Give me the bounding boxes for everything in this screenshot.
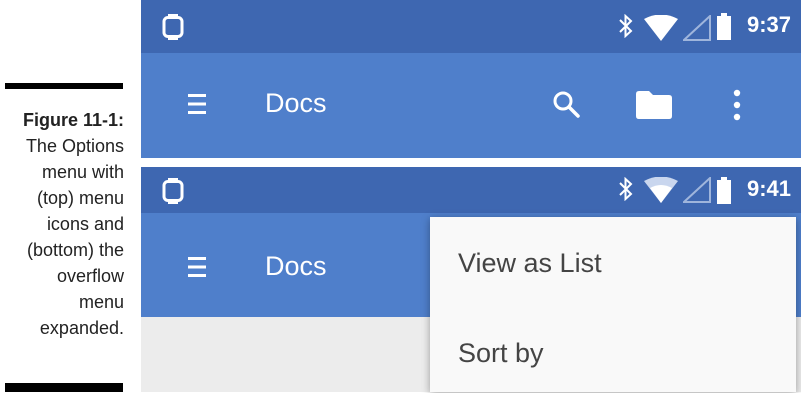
signal-icon	[683, 177, 711, 203]
bottom-screenshot: 9:41 Docs View as List Sort by	[141, 167, 801, 392]
wifi-icon	[644, 15, 678, 41]
status-clock: 9:41	[746, 176, 791, 201]
top-screenshot: 9:37 Docs	[141, 0, 801, 158]
overflow-menu: View as List Sort by	[430, 217, 796, 392]
watch-icon	[162, 14, 184, 40]
hamburger-menu-icon[interactable]	[188, 93, 206, 115]
caption-line: The Options	[25, 136, 124, 156]
bluetooth-icon	[619, 177, 633, 201]
figure-caption: Figure 11-1: The Options menu with (top)…	[0, 107, 124, 341]
signal-icon	[683, 15, 711, 41]
menu-item-view-as-list[interactable]: View as List	[430, 223, 796, 303]
caption-line: menu	[78, 292, 124, 312]
status-bar: 9:41	[141, 167, 801, 213]
folder-icon[interactable]	[636, 91, 672, 119]
caption-line: menu with	[41, 162, 124, 182]
app-bar: Docs	[141, 53, 801, 158]
app-title: Docs	[265, 88, 327, 118]
battery-icon	[717, 177, 731, 204]
caption-line: (top) menu	[36, 188, 124, 208]
app-title: Docs	[265, 251, 327, 281]
caption-line: expanded.	[39, 318, 124, 338]
status-bar: 9:37	[141, 0, 801, 53]
caption-line: (bottom) the	[26, 240, 124, 260]
wifi-icon	[644, 177, 678, 203]
search-icon[interactable]	[552, 90, 580, 118]
menu-item-sort-by[interactable]: Sort by	[430, 313, 796, 393]
figure-label: Figure 11-1:	[22, 110, 124, 130]
hamburger-menu-icon[interactable]	[188, 256, 206, 278]
caption-bottom-rule	[5, 383, 123, 392]
battery-icon	[717, 13, 731, 40]
caption-top-rule	[5, 83, 123, 89]
overflow-menu-icon[interactable]	[733, 89, 741, 121]
status-clock: 9:37	[746, 12, 791, 37]
watch-icon	[162, 178, 184, 204]
bluetooth-icon	[619, 14, 633, 38]
caption-line: overflow	[56, 266, 124, 286]
caption-line: icons and	[46, 214, 124, 234]
